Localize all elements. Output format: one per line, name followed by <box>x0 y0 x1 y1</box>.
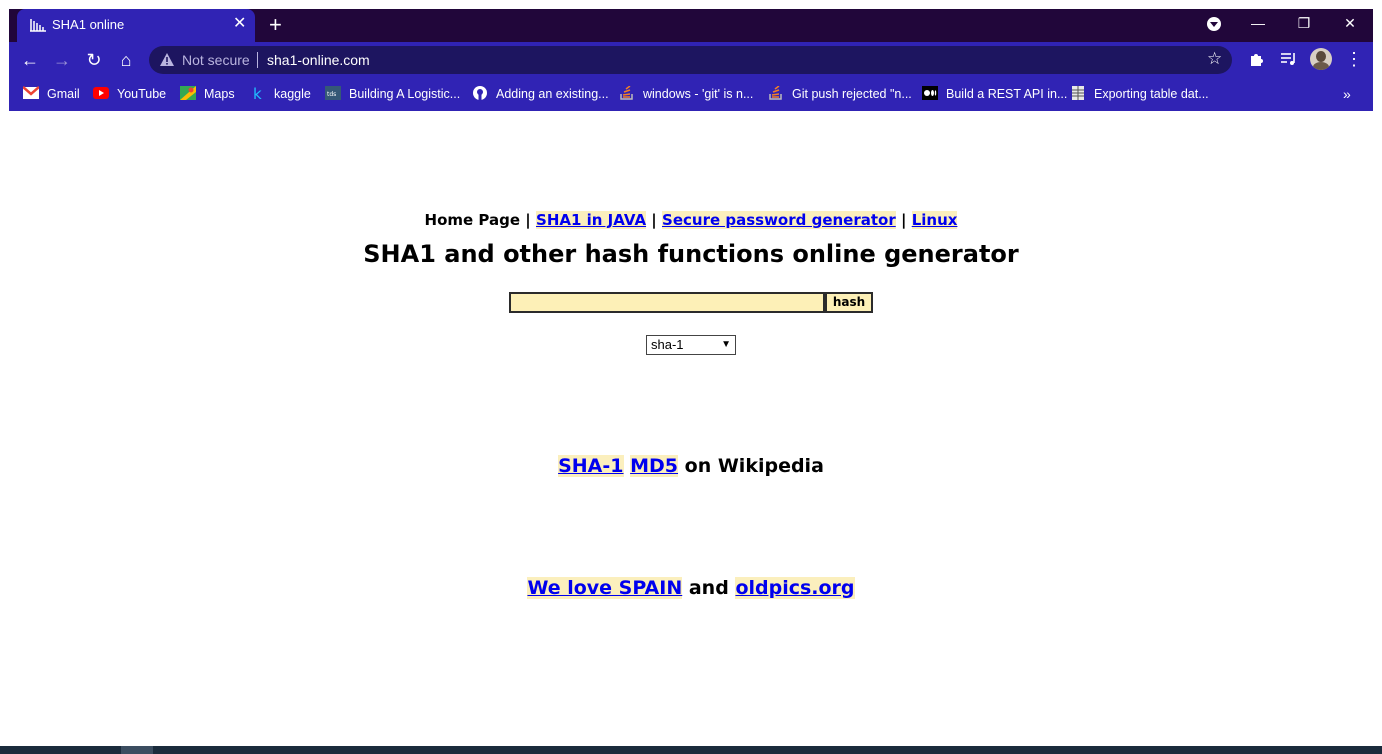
bookmark-windows-git[interactable]: windows - 'git' is n... <box>619 84 753 104</box>
wikipedia-suffix: on Wikipedia <box>684 455 824 477</box>
back-button[interactable]: ← <box>18 48 42 72</box>
stackoverflow-icon <box>620 86 633 100</box>
linux-link[interactable]: Linux <box>911 211 958 229</box>
site-nav: Home Page | SHA1 in JAVA | Secure passwo… <box>0 211 1382 229</box>
nav-separator: | <box>525 211 531 229</box>
bookmark-star-icon[interactable]: ☆ <box>1207 49 1222 69</box>
page-content: Home Page | SHA1 in JAVA | Secure passwo… <box>0 111 1382 746</box>
md5-wiki-link[interactable]: MD5 <box>630 455 679 477</box>
footer-and: and <box>688 577 729 599</box>
reload-button[interactable]: ↻ <box>82 48 106 72</box>
nav-separator: | <box>900 211 907 229</box>
bookmark-git-push-rejected[interactable]: Git push rejected "n... <box>768 84 912 104</box>
oldpics-link[interactable]: oldpics.org <box>735 577 855 599</box>
home-button[interactable]: ⌂ <box>114 48 138 72</box>
bookmark-kaggle[interactable]: k kaggle <box>250 84 311 104</box>
address-bar[interactable]: Not secure sha1-online.com ☆ <box>149 46 1232 74</box>
footer-links: We love SPAIN and oldpics.org <box>0 577 1382 599</box>
bookmark-building-logistic[interactable]: tds Building A Logistic... <box>325 84 460 104</box>
algorithm-selected-value: sha-1 <box>651 337 684 352</box>
sha1-wiki-link[interactable]: SHA-1 <box>558 455 624 477</box>
youtube-icon <box>93 87 109 99</box>
algorithm-select[interactable]: sha-1 ▼ <box>646 335 736 355</box>
kaggle-icon: k <box>253 86 262 100</box>
bookmarks-bar: Gmail YouTube Maps k kaggle tds Building A… <box>9 78 1373 111</box>
browser-menu-icon[interactable]: ⋮ <box>1345 47 1363 71</box>
bookmarks-overflow-button[interactable]: » <box>1343 86 1351 102</box>
security-status[interactable]: Not secure <box>182 52 250 68</box>
page-title: SHA1 and other hash functions online gen… <box>363 240 1019 268</box>
home-page-label: Home Page <box>424 211 521 229</box>
hash-text-input[interactable] <box>509 292 825 313</box>
media-control-icon[interactable] <box>1279 49 1299 69</box>
window-close-button[interactable]: ✕ <box>1327 9 1373 42</box>
svg-text:k: k <box>253 86 262 100</box>
gmail-icon <box>23 86 39 99</box>
hash-button[interactable]: hash <box>825 292 873 313</box>
taskbar-active-app[interactable] <box>121 746 153 754</box>
extensions-puzzle-icon[interactable] <box>1247 49 1267 69</box>
sheet-icon <box>1072 86 1084 100</box>
medium-icon <box>922 86 938 100</box>
minimize-button[interactable]: — <box>1235 9 1281 42</box>
tab-active[interactable]: SHA1 online ✕ <box>17 9 255 42</box>
os-taskbar <box>0 746 1382 754</box>
sha1-java-link[interactable]: SHA1 in JAVA <box>536 211 647 229</box>
browser-toolbar: ← → ↻ ⌂ Not secure sha1-online.com ☆ ⋮ <box>9 42 1373 78</box>
github-icon <box>473 86 487 100</box>
bookmark-maps[interactable]: Maps <box>180 84 235 104</box>
tab-strip: SHA1 online ✕ + — ❐ ✕ <box>9 9 1373 42</box>
wikipedia-links: SHA-1 MD5 on Wikipedia <box>0 455 1382 477</box>
nav-separator: | <box>651 211 657 229</box>
bookmark-youtube[interactable]: YouTube <box>93 84 166 104</box>
maps-icon <box>180 86 196 100</box>
stackoverflow-icon <box>769 86 782 100</box>
warning-icon[interactable] <box>159 52 175 68</box>
bookmark-gmail[interactable]: Gmail <box>23 84 80 104</box>
svg-text:tds: tds <box>327 91 336 98</box>
bookmark-build-rest-api[interactable]: Build a REST API in... <box>922 84 1067 104</box>
bookmark-adding-existing[interactable]: Adding an existing... <box>472 84 609 104</box>
url-text[interactable]: sha1-online.com <box>267 52 370 68</box>
tab-close-icon[interactable]: ✕ <box>233 14 246 34</box>
address-divider <box>257 52 258 68</box>
new-tab-button[interactable]: + <box>269 13 282 37</box>
profile-avatar[interactable] <box>1310 48 1332 70</box>
forward-button[interactable]: → <box>50 48 74 72</box>
we-love-spain-link[interactable]: We love SPAIN <box>527 577 683 599</box>
tds-icon: tds <box>325 86 341 100</box>
password-generator-link[interactable]: Secure password generator <box>662 211 896 229</box>
bookmark-exporting-table[interactable]: Exporting table dat... <box>1070 84 1209 104</box>
chevron-down-icon: ▼ <box>721 339 731 350</box>
audio-wave-icon <box>30 19 46 32</box>
tab-search-icon[interactable] <box>1207 17 1221 31</box>
browser-chrome: SHA1 online ✕ + — ❐ ✕ ← → ↻ ⌂ Not secure… <box>9 9 1373 111</box>
restore-button[interactable]: ❐ <box>1281 9 1327 42</box>
tab-title: SHA1 online <box>52 17 125 32</box>
